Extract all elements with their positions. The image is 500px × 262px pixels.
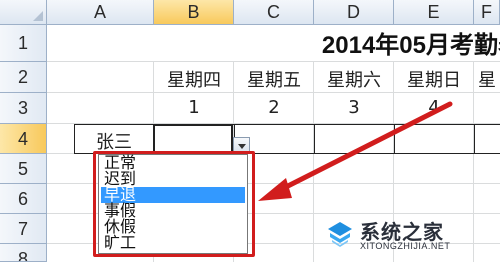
spreadsheet: A B C D E F 1 2 3 4 5 6 7 8 2014年05月考勤表 … — [0, 0, 500, 262]
watermark-logo-icon — [328, 222, 352, 247]
watermark-url: XITONGZHIJIA.NET — [360, 241, 451, 251]
watermark: 系统之家 XITONGZHIJIA.NET — [326, 216, 494, 256]
